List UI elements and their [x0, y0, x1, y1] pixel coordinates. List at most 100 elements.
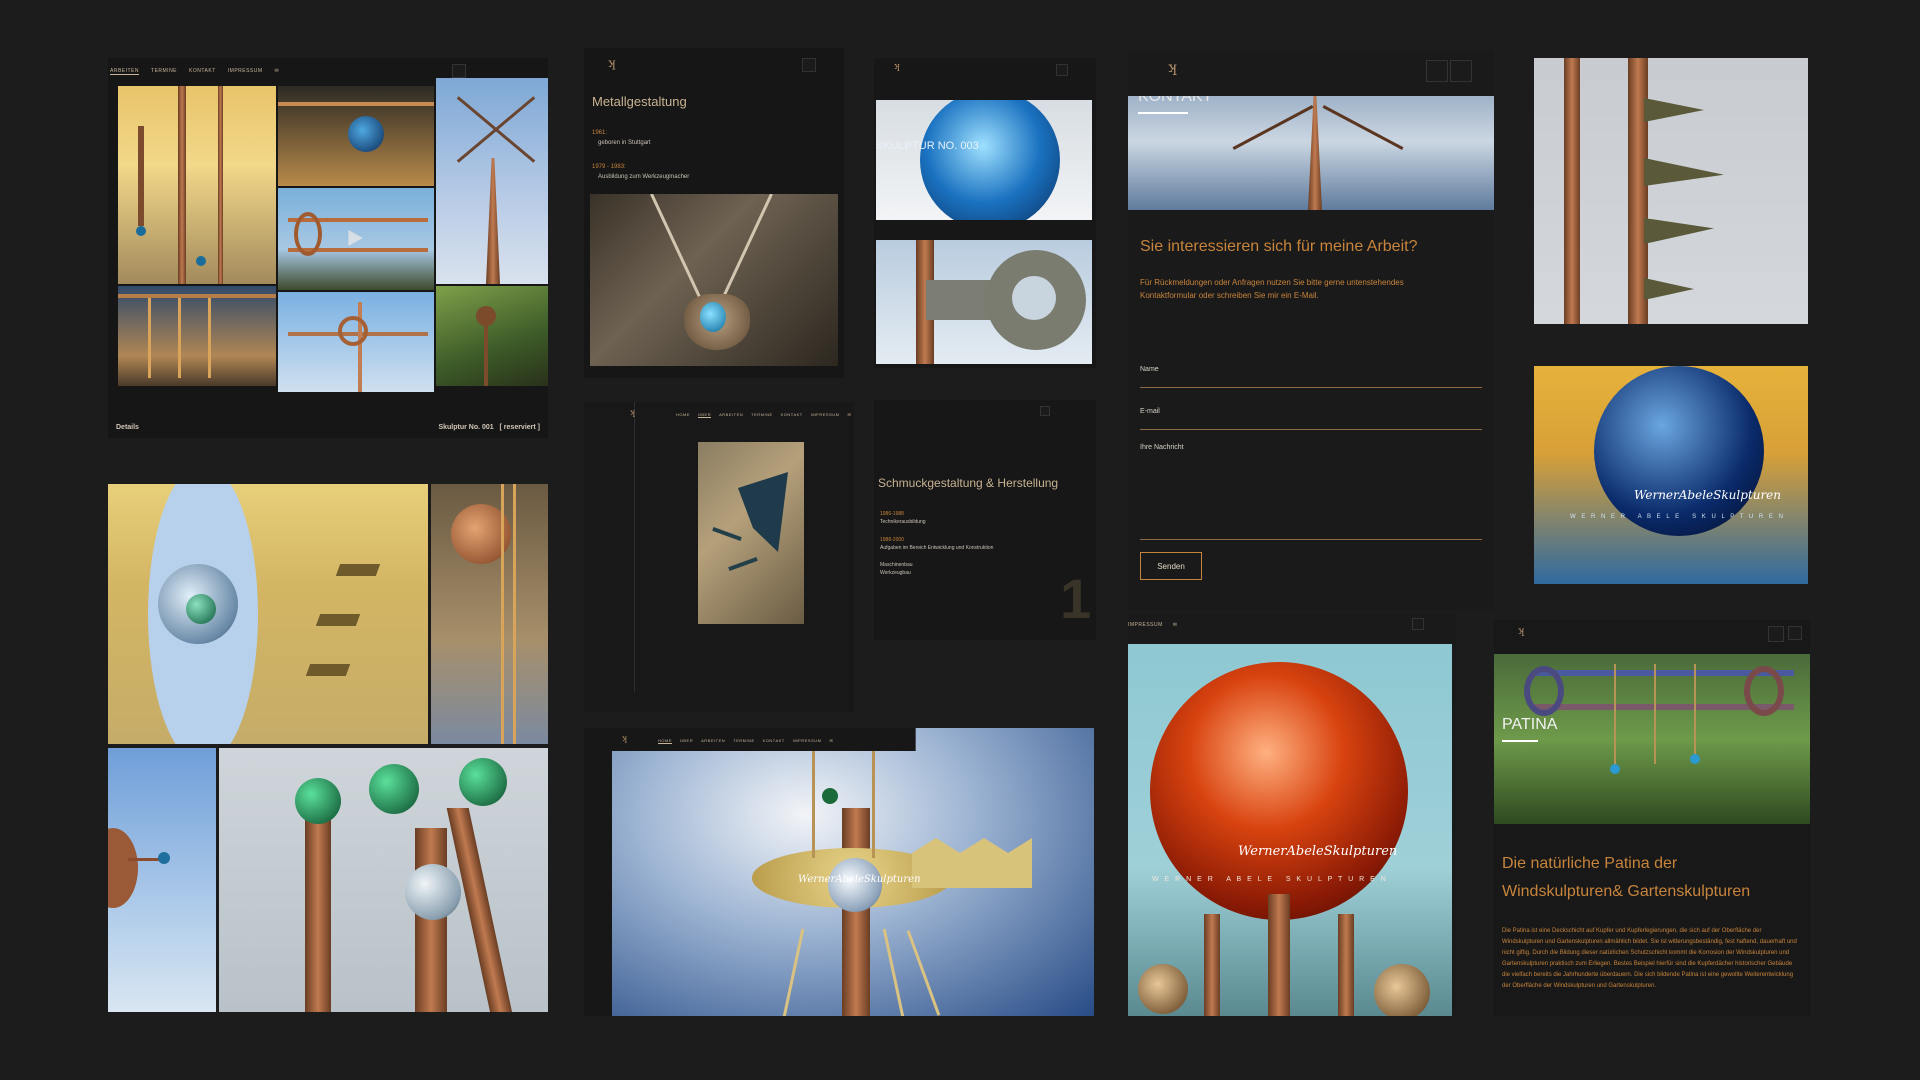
menu-icon[interactable]	[1056, 64, 1068, 76]
message-field[interactable]: Ihre Nachricht	[1140, 444, 1482, 540]
patina-photo[interactable]: PATINA	[1494, 654, 1810, 824]
sculpture-003-panel: ʞ SKULPTUR NO. 003	[874, 58, 1096, 368]
grey-disc-photo[interactable]	[876, 240, 1092, 364]
gallery-photo-6[interactable]	[278, 292, 434, 392]
contact-panel: ʞ KONTAKT Sie interessieren sich für mei…	[1128, 50, 1494, 610]
logo-icon[interactable]: ʞ	[630, 408, 635, 417]
timeline-year: 1961:	[592, 130, 608, 136]
sculpture-title: Skulptur No. 001 [ reserviert ]	[438, 424, 540, 431]
mirror-sphere-brand: W E R N E R A B E L E S K U L P T U R E …	[1570, 514, 1785, 520]
panel1-nav: ARBEITEN TERMINE KONTAKT IMPRESSUM ✉	[110, 68, 279, 75]
panel3-nav: HOME ÜBER ARBEITEN TERMINE KONTAKT IMPRE…	[676, 412, 851, 418]
hero-sky-photo[interactable]: WernerAbeleSkulpturen	[612, 728, 1094, 1016]
pendant-photo[interactable]	[590, 194, 838, 366]
jewelry-panel: Schmuckgestaltung & Herstellung 1986-198…	[874, 400, 1096, 640]
gallery-photo-4[interactable]	[278, 188, 434, 290]
red-sphere-signature: WernerAbeleSkulpturen	[1238, 844, 1398, 859]
nav-arbeiten[interactable]: ARBEITEN	[110, 68, 140, 75]
gallery-photo-2[interactable]	[278, 86, 434, 186]
logo-icon[interactable]: ʞ	[622, 734, 627, 743]
blue-sphere-photo[interactable]: SKULPTUR NO. 003	[876, 100, 1092, 220]
details-label[interactable]: Details	[116, 424, 139, 431]
jewelry-item-3: Maschinenbau	[880, 562, 913, 568]
logo-icon[interactable]: ʞ	[894, 62, 899, 72]
red-sphere-brand: W E R N E R A B E L E S K U L P T U R E …	[1152, 876, 1388, 883]
closeup-sky-photo[interactable]	[108, 748, 216, 1012]
search-icon[interactable]	[1788, 626, 1802, 640]
menu-icon[interactable]	[1768, 626, 1784, 642]
metal-design-heading: Metallgestaltung	[592, 94, 687, 109]
mail-icon[interactable]: ✉	[847, 412, 851, 418]
gallery-photo-7[interactable]	[436, 286, 548, 386]
nav-termine[interactable]: TERMINE	[751, 412, 773, 418]
nav-home[interactable]: HOME	[676, 412, 690, 418]
contact-section-title: KONTAKT	[1138, 96, 1213, 105]
nav-arbeiten[interactable]: ARBEITEN	[701, 738, 725, 744]
play-icon[interactable]	[348, 230, 363, 246]
nav-kontakt[interactable]: KONTAKT	[781, 412, 803, 418]
search-icon[interactable]	[1040, 406, 1050, 416]
timeline-item-1: 1961: geboren in Stuttgart	[592, 128, 651, 148]
contact-heading: Sie interessieren sich für meine Arbeit?	[1140, 238, 1418, 255]
timeline-year: 1979 - 1983:	[592, 164, 626, 170]
nav-uber[interactable]: ÜBER	[698, 412, 712, 418]
timeline-text: geboren in Stuttgart	[598, 140, 651, 146]
nav-impressum[interactable]: IMPRESSUM	[1128, 622, 1163, 628]
closeup-disc-photo[interactable]	[108, 484, 428, 744]
search-icon[interactable]	[1450, 60, 1472, 82]
logo-icon[interactable]: ʞ	[608, 56, 615, 70]
name-label: Name	[1140, 366, 1159, 373]
mail-icon[interactable]: ✉	[275, 68, 280, 75]
email-label: E-mail	[1140, 408, 1160, 415]
mail-icon[interactable]: ✉	[829, 738, 833, 744]
mirror-sphere-signature: WernerAbeleSkulpturen	[1634, 488, 1782, 502]
gallery-panel: ARBEITEN TERMINE KONTAKT IMPRESSUM ✉ Det…	[108, 58, 548, 438]
nav-home[interactable]: HOME	[658, 738, 672, 744]
patina-body: Die Patina ist eine Deckschicht auf Kupf…	[1502, 928, 1797, 989]
menu-icon[interactable]	[1426, 60, 1448, 82]
nav-uber[interactable]: ÜBER	[680, 738, 693, 744]
red-sphere-photo[interactable]: WernerAbeleSkulpturen W E R N E R A B E …	[1128, 644, 1452, 1016]
closeup-copper-ring-photo[interactable]	[431, 484, 548, 744]
logo-icon[interactable]: ʞ	[1518, 626, 1524, 637]
submit-button[interactable]: Senden	[1140, 552, 1202, 580]
gallery-photo-3[interactable]	[436, 78, 548, 284]
item-text: Aufgaben im Bereich Entwicklung und Kons…	[880, 545, 994, 551]
logo-icon[interactable]: ʞ	[1168, 60, 1176, 76]
nav-arbeiten[interactable]: ARBEITEN	[719, 412, 743, 418]
jewelry-item-2: 1988-2000 Aufgaben im Bereich Entwicklun…	[880, 536, 993, 552]
hero-sky-panel: ʞ HOME ÜBER ARBEITEN TERMINE KONTAKT IMP…	[584, 728, 1094, 1016]
search-icon[interactable]	[452, 64, 466, 78]
closeup-green-balls-photo[interactable]	[219, 748, 548, 1012]
menu-icon[interactable]	[802, 58, 816, 72]
patina-overlay-title: PATINA	[1502, 716, 1558, 733]
about-panel: ʞ HOME ÜBER ARBEITEN TERMINE KONTAKT IMP…	[584, 402, 854, 712]
sculpture-status: [ reserviert ]	[499, 424, 540, 431]
copper-leaves-photo[interactable]	[1534, 58, 1808, 324]
nav-kontakt[interactable]: KONTAKT	[763, 738, 785, 744]
gallery-photo-1[interactable]	[118, 86, 276, 284]
metal-design-panel: ʞ Metallgestaltung 1961: geboren in Stut…	[584, 48, 844, 378]
wall-sculpture-photo[interactable]	[698, 442, 804, 624]
nav-termine[interactable]: TERMINE	[733, 738, 755, 744]
jewelry-item-1: 1986-1988 Technikerausbildung	[880, 510, 926, 526]
nav-termine[interactable]: TERMINE	[151, 68, 177, 75]
sculpture-title-text: Skulptur No. 001	[438, 424, 494, 431]
item-year: 1986-1988	[880, 511, 904, 517]
item-text: Technikerausbildung	[880, 519, 926, 525]
nav-impressum[interactable]: IMPRESSUM	[811, 412, 840, 418]
mail-icon[interactable]: ✉	[1173, 622, 1178, 628]
mirror-sphere-photo[interactable]: WernerAbeleSkulpturen W E R N E R A B E …	[1534, 366, 1808, 584]
email-field[interactable]: E-mail	[1140, 408, 1482, 430]
name-field[interactable]: Name	[1140, 366, 1482, 388]
nav-kontakt[interactable]: KONTAKT	[189, 68, 216, 75]
contact-hero-photo[interactable]: KONTAKT	[1128, 96, 1494, 210]
contact-intro: Für Rückmeldungen oder Anfragen nutzen S…	[1140, 278, 1404, 300]
item-year: 1988-2000	[880, 537, 904, 543]
gallery-photo-5[interactable]	[118, 286, 276, 386]
nav-impressum[interactable]: IMPRESSUM	[793, 738, 822, 744]
search-icon[interactable]	[1412, 618, 1424, 630]
nav-impressum[interactable]: IMPRESSUM	[228, 68, 263, 75]
patina-heading: Die natürliche Patina der Windskulpturen…	[1502, 855, 1751, 900]
panel6-nav: HOME ÜBER ARBEITEN TERMINE KONTAKT IMPRE…	[658, 738, 833, 744]
